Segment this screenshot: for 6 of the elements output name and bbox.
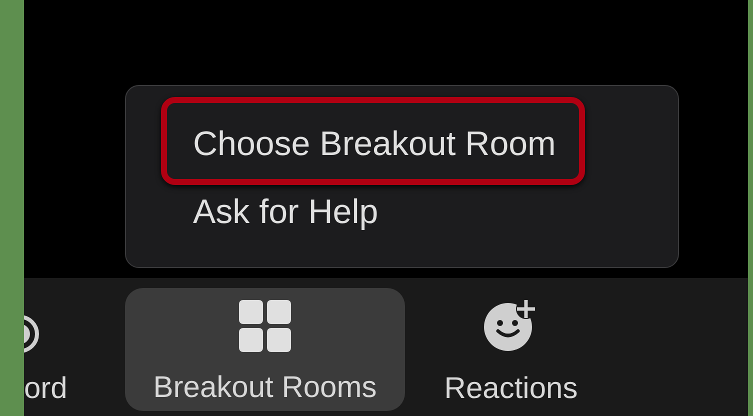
toolbar-button[interactable]: Breakout Rooms <box>125 288 405 411</box>
toolbar-button[interactable]: ord <box>24 288 68 406</box>
grid-icon <box>239 300 291 352</box>
menu-item[interactable]: Choose Breakout Room <box>161 97 585 185</box>
toolbar-button[interactable]: Reactions <box>431 288 591 406</box>
record-icon <box>24 314 40 354</box>
